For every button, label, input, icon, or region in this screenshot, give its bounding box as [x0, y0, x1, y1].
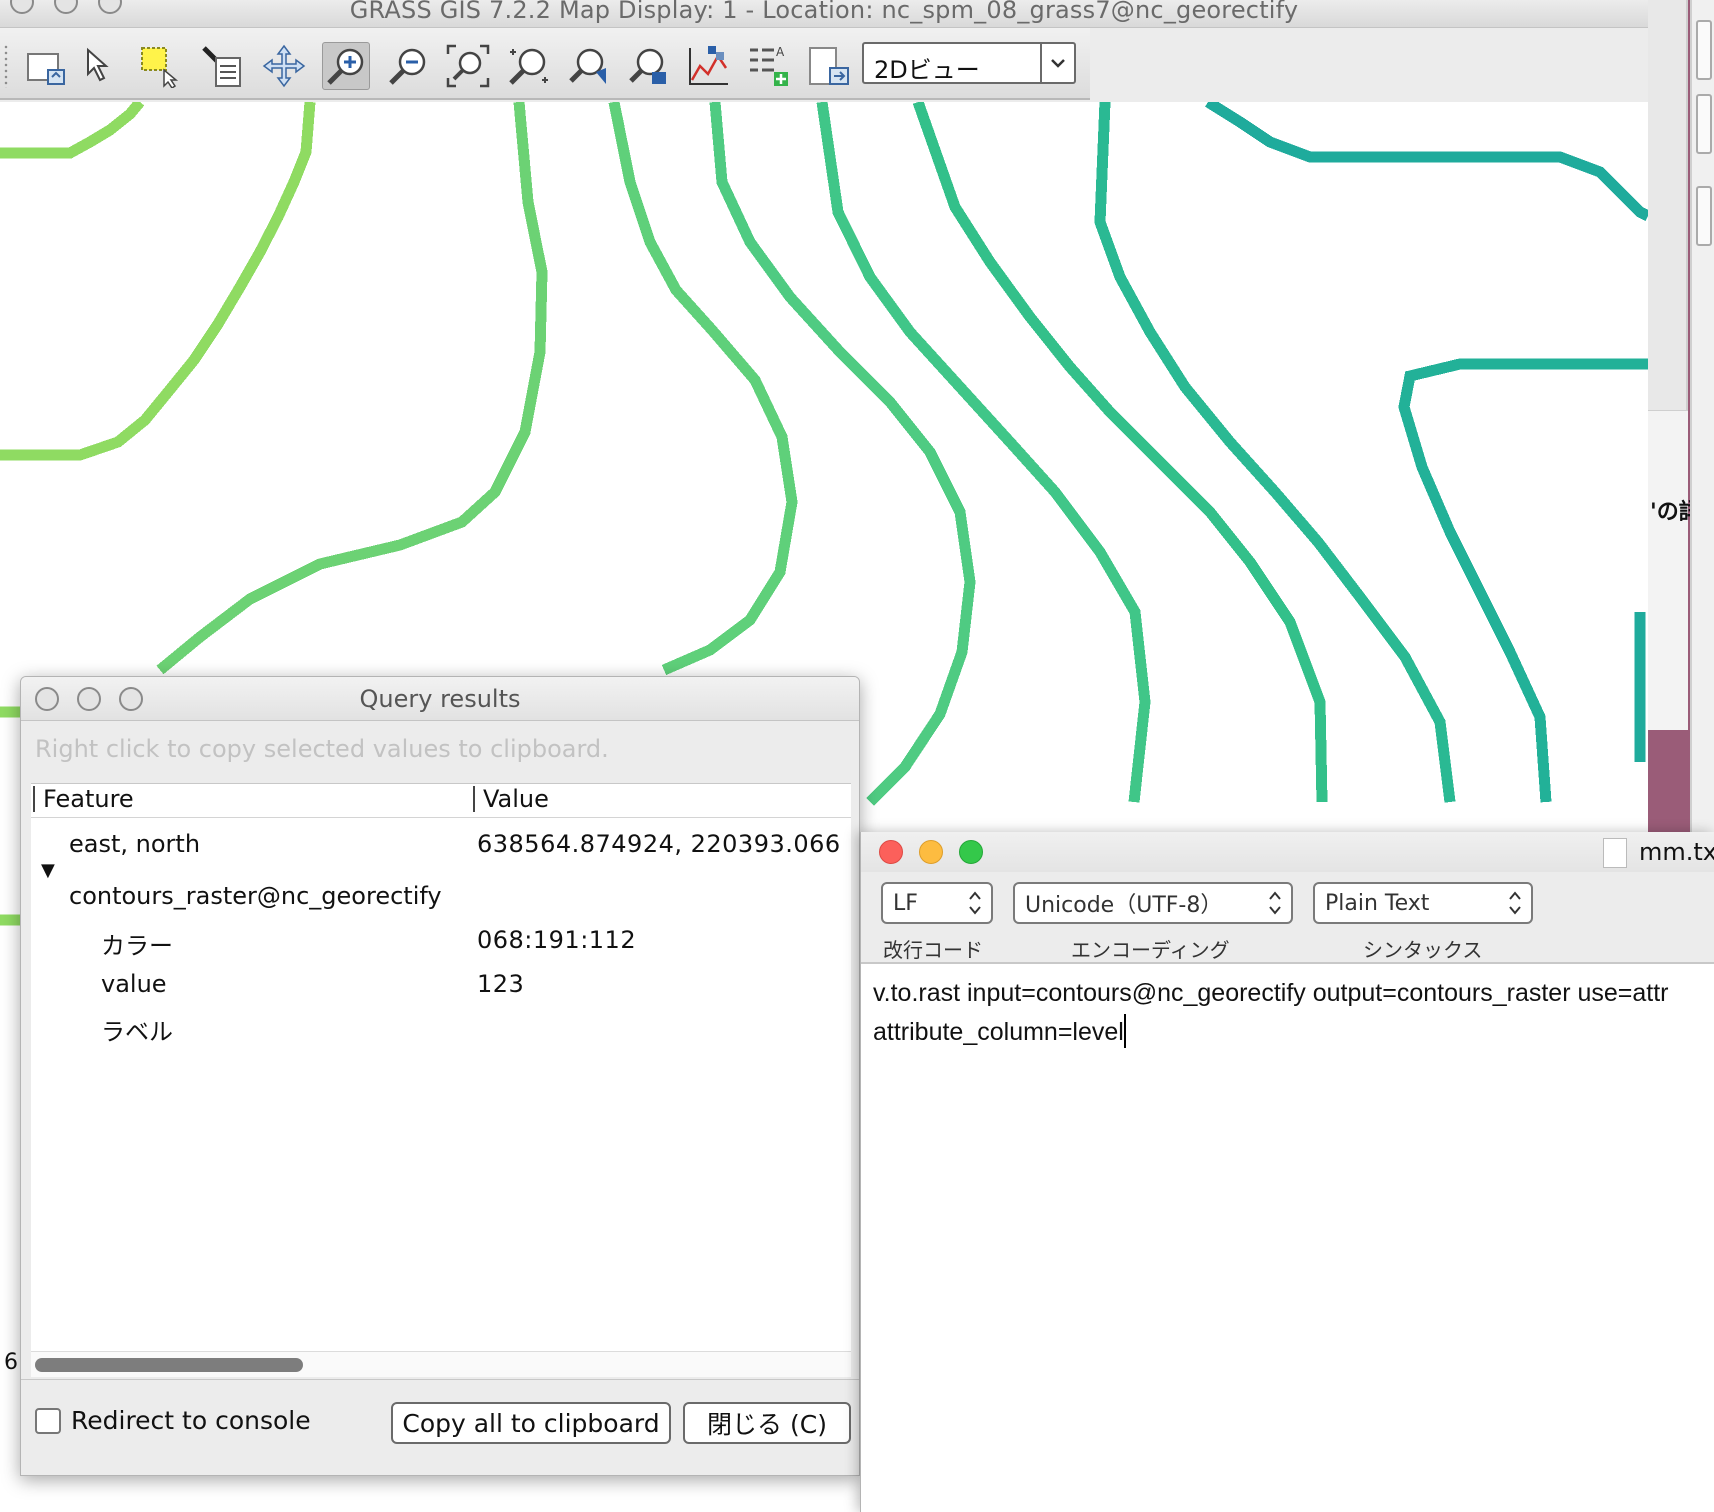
- display-map-icon: [27, 53, 65, 85]
- zoom-in-button[interactable]: [322, 42, 370, 90]
- pointer-button[interactable]: [74, 42, 122, 90]
- syntax-label: シンタックス: [1363, 938, 1483, 962]
- side-strip-button[interactable]: [1696, 20, 1712, 80]
- coords-value[interactable]: 638564.874924, 220393.066: [477, 830, 841, 858]
- analyze-button[interactable]: [684, 42, 732, 90]
- minimize-window-button[interactable]: [919, 840, 943, 864]
- redirect-console-label[interactable]: Redirect to console: [71, 1406, 311, 1435]
- contour-line: [608, 102, 798, 676]
- side-strip-button[interactable]: [1696, 94, 1712, 154]
- side-strip-button[interactable]: [1696, 186, 1712, 246]
- pan-button[interactable]: [260, 42, 308, 90]
- zoom-region-icon: [509, 48, 548, 85]
- select-icon: [141, 47, 179, 88]
- encoding-select[interactable]: Unicode（UTF-8）: [1013, 882, 1293, 924]
- encoding-label: エンコーディング: [1071, 938, 1230, 962]
- tree-header: Feature Value: [31, 784, 851, 818]
- zoom-in-icon: [327, 48, 364, 85]
- zoom-out-button[interactable]: [384, 42, 432, 90]
- view-mode-select[interactable]: 2Dビュー: [862, 42, 1076, 84]
- editor-text-area[interactable]: v.to.rast input=contours@nc_georectify o…: [873, 974, 1669, 1052]
- zoom-extent-icon: [446, 44, 490, 88]
- svg-text:A: A: [776, 45, 785, 59]
- pointer-icon: [87, 47, 109, 82]
- editor-titlebar: mm.txt: [861, 832, 1714, 872]
- overlay-icon: A: [750, 45, 788, 86]
- query-button[interactable]: [198, 42, 246, 90]
- view-mode-value: 2Dビュー: [874, 56, 980, 84]
- select-button[interactable]: [136, 42, 184, 90]
- analyze-icon: [689, 46, 728, 85]
- text-editor-window: mm.txt LF Unicode（UTF-8） Plain Text 改行コー…: [860, 832, 1714, 1512]
- query-dialog-titlebar: Query results: [21, 677, 859, 721]
- clipboard-hint: Right click to copy selected values to c…: [35, 735, 609, 763]
- attribute-label[interactable]: ラベル: [101, 1012, 173, 1047]
- side-panel-top: [1648, 0, 1688, 410]
- zoom-out-icon: [389, 48, 426, 85]
- query-results-tree[interactable]: Feature Value east, north 638564.874924,…: [31, 783, 851, 1377]
- zoom-back-icon: [569, 48, 606, 84]
- contour-line: [0, 102, 145, 159]
- partial-edge-text: 6: [4, 1350, 18, 1375]
- attribute-label[interactable]: カラー: [101, 926, 173, 961]
- pan-icon: [262, 44, 306, 88]
- zoom-menu-button[interactable]: [624, 42, 672, 90]
- close-button[interactable]: 閉じる (C): [683, 1402, 851, 1444]
- zoom-window-button[interactable]: [959, 840, 983, 864]
- editor-file-name: mm.txt: [1639, 838, 1714, 866]
- map-display-titlebar: GRASS GIS 7.2.2 Map Display: 1 - Locatio…: [0, 0, 1648, 28]
- map-toolbar: A 2Dビュー: [0, 28, 1090, 100]
- display-map-button[interactable]: [22, 42, 70, 90]
- overlay-button[interactable]: A: [744, 42, 792, 90]
- up-down-chevron-icon: [1269, 891, 1281, 915]
- window-controls: [879, 840, 983, 864]
- line-ending-select[interactable]: LF: [881, 882, 993, 924]
- attribute-value[interactable]: 068:191:112: [477, 926, 636, 954]
- zoom-extent-button[interactable]: [444, 42, 492, 90]
- editor-text-line: v.to.rast input=contours@nc_georectify o…: [873, 979, 1669, 1007]
- copy-all-button[interactable]: Copy all to clipboard: [391, 1402, 671, 1444]
- dialog-title: Query results: [359, 685, 521, 713]
- text-caret: [1123, 1014, 1126, 1048]
- editor-options-bar: LF Unicode（UTF-8） Plain Text 改行コード エンコーデ…: [861, 872, 1714, 964]
- contour-line: [156, 102, 548, 675]
- zoom-region-button[interactable]: [504, 42, 552, 90]
- zoom-back-button[interactable]: [564, 42, 612, 90]
- save-image-icon: [809, 47, 849, 85]
- chevron-down-icon[interactable]: [1040, 44, 1074, 82]
- save-image-button[interactable]: [804, 42, 852, 90]
- window-title: GRASS GIS 7.2.2 Map Display: 1 - Locatio…: [349, 0, 1299, 24]
- editor-text-line: attribute_column=level: [873, 1018, 1124, 1046]
- expand-triangle-icon[interactable]: ▼: [41, 860, 55, 881]
- scrollbar-thumb[interactable]: [35, 1358, 303, 1372]
- horizontal-scrollbar[interactable]: [31, 1351, 851, 1377]
- document-icon: [1603, 838, 1627, 868]
- contour-line: [1205, 102, 1648, 221]
- up-down-chevron-icon: [1509, 891, 1521, 915]
- syntax-select[interactable]: Plain Text: [1313, 882, 1533, 924]
- attribute-label[interactable]: value: [101, 970, 167, 998]
- up-down-chevron-icon: [969, 891, 981, 915]
- redirect-console-checkbox[interactable]: [35, 1408, 61, 1434]
- column-header-value[interactable]: Value: [473, 786, 549, 812]
- line-ending-value: LF: [893, 890, 918, 916]
- side-panel-middle: [1648, 410, 1688, 730]
- query-results-dialog: Query results Right click to copy select…: [20, 676, 860, 1476]
- query-icon: [202, 46, 241, 87]
- attribute-value[interactable]: 123: [477, 970, 524, 998]
- contour-line: [912, 102, 1328, 803]
- toolbar-grip[interactable]: [3, 44, 9, 88]
- encoding-value: Unicode（UTF-8）: [1025, 893, 1223, 918]
- column-header-feature[interactable]: Feature: [33, 786, 134, 812]
- line-ending-label: 改行コード: [883, 938, 983, 962]
- coords-label[interactable]: east, north: [69, 830, 200, 858]
- close-window-button[interactable]: [879, 840, 903, 864]
- dialog-footer: Redirect to console Copy all to clipboar…: [21, 1379, 859, 1475]
- syntax-value: Plain Text: [1325, 890, 1430, 916]
- layer-name[interactable]: contours_raster@nc_georectify: [69, 882, 442, 910]
- zoom-menu-icon: [629, 48, 666, 84]
